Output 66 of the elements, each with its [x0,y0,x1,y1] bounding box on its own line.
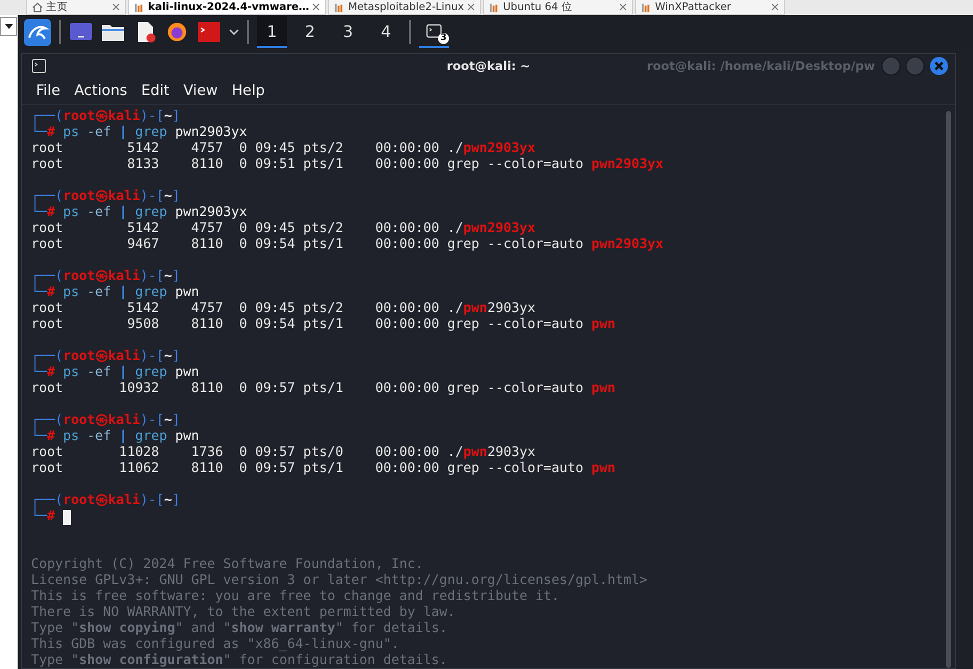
output-line: root 11062 8110 0 09:57 pts/1 00:00:00 grep --color=auto pwn [31,461,616,477]
workspace-button[interactable]: 3 [333,16,363,48]
menu-item[interactable]: Actions [67,82,134,98]
scrollbar[interactable] [946,111,950,668]
close-button[interactable] [929,56,949,76]
background-text-line: Copyright (C) 2024 Free Software Foundation, Inc. [31,557,424,573]
menu-item[interactable]: File [29,82,68,98]
home-icon [32,2,43,12]
command-line: └─# ps -ef | grep pwn2903yx [31,125,248,141]
dropdown-button[interactable] [0,17,17,36]
output-line: root 5142 4757 0 09:45 pts/2 00:00:00 ./pwn2903yx [31,141,536,157]
terminal-icon [426,24,442,38]
output-line: root 9467 8110 0 09:54 pts/1 00:00:00 grep --color=auto pwn2903yx [31,237,664,253]
desktop-icon[interactable] [69,21,93,43]
vm-icon [640,2,652,12]
browser-icon[interactable] [165,21,189,43]
vm-icon [334,2,346,12]
close-icon[interactable] [618,3,627,11]
close-icon[interactable] [312,3,320,11]
caret-icon [4,24,12,30]
background-text-line: This is free software: you are free to change and redistribute it. [31,589,560,605]
output-line: root 5142 4757 0 09:45 pts/2 00:00:00 ./pwn2903yx [31,301,536,317]
prompt-line: ┌──(root㉿kali)-[~] [31,413,180,428]
vm-tab[interactable]: kali-linux-2024.4-vmware… [128,0,326,15]
output-line: root 9508 8110 0 09:54 pts/1 00:00:00 grep --color=auto pwn [31,317,616,333]
command-line: └─# ps -ef | grep pwn [31,285,200,301]
output-line: root 5142 4757 0 09:45 pts/2 00:00:00 ./pwn2903yx [31,221,536,237]
terminal-icon[interactable] [197,21,221,43]
background-text-line: There is NO WARRANTY, to the extent permitted by law. [31,605,456,621]
output-line: root 11028 1736 0 09:57 pts/0 00:00:00 ./pwn2903yx [31,445,536,461]
prompt-line: ┌──(root㉿kali)-[~] [31,269,180,284]
close-icon[interactable] [466,3,475,11]
command-line: └─# ps -ef | grep pwn2903yx [31,205,248,221]
terminal-icon [32,58,46,72]
window-count-badge: 3 [438,33,449,44]
background-text-line: This GDB was configured as "x86_64-linux-gnu". [31,637,400,653]
vm-tab[interactable]: Metasploitable2-Linux [328,0,481,15]
prompt-line: ┌──(root㉿kali)-[~] [31,109,180,124]
background-text-line: Type "show copying" and "show warranty" for details. [31,621,448,637]
vm-tab[interactable]: WinXPattacker [634,0,785,15]
close-icon[interactable] [770,3,779,11]
prompt-line: ┌──(root㉿kali)-[~] [31,349,180,364]
workspace-button[interactable]: 1 [257,16,287,48]
command-line: └─# ps -ef | grep pwn [31,429,200,445]
menu-item[interactable]: Edit [134,82,176,98]
command-line: └─# ps -ef | grep pwn [31,365,200,381]
caret-icon[interactable] [229,29,239,35]
workspace-button[interactable]: 2 [295,16,325,48]
prompt-line: ┌──(root㉿kali)-[~] [31,493,180,508]
vm-tab[interactable]: Ubuntu 64 位 [482,0,633,15]
output-line: root 8133 8110 0 09:51 pts/1 00:00:00 grep --color=auto pwn2903yx [31,157,664,173]
menu-item[interactable]: View [176,82,225,98]
command-line: └─# [31,509,56,525]
prompt-line: ┌──(root㉿kali)-[~] [31,189,180,204]
background-text-line: License GPLv3+: GNU GPL version 3 or later <http://gnu.org/licenses/gpl.html> [31,573,648,589]
background-window-title: root@kali: /home/kali/Desktop/pw [646,58,875,72]
vm-icon [134,2,145,12]
vm-icon [488,2,500,12]
dragon-logo-icon[interactable] [24,18,51,46]
close-icon[interactable] [112,3,120,11]
workspace-button[interactable]: 4 [371,16,401,48]
menu-item[interactable]: Help [224,82,272,98]
background-text-line: Type "show configuration" for configuration details. [31,653,448,669]
output-line: root 10932 8110 0 09:57 pts/1 00:00:00 grep --color=auto pwn [31,381,616,397]
vm-tab[interactable]: 主页 [26,0,126,15]
window-title: root@kali: ~ [446,58,530,72]
